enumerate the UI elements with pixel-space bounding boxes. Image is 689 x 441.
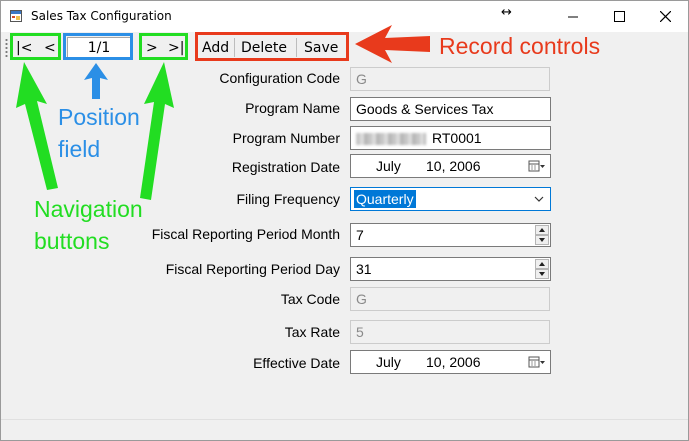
registration-date-day-year: 10, 2006	[426, 158, 481, 174]
registration-date-month: July	[376, 158, 401, 174]
position-field-caption-line2: field	[58, 136, 101, 162]
fiscal-period-month-spinner	[535, 225, 549, 245]
filing-frequency-selected: Quarterly	[354, 190, 416, 208]
program-number-input[interactable]: RT0001	[350, 126, 551, 150]
record-controls-caption: Record controls	[439, 33, 601, 59]
arrow-up-icon	[539, 228, 545, 232]
tax-rate-field: 5	[350, 320, 550, 344]
status-bar	[1, 419, 688, 440]
fiscal-period-month-stepper[interactable]: 7	[350, 223, 551, 247]
redacted-business-number	[356, 133, 426, 146]
minimize-button[interactable]	[550, 1, 596, 31]
effective-date-day-year: 10, 2006	[426, 354, 481, 370]
toolbar-grip[interactable]	[5, 38, 8, 58]
arrow-up-icon	[539, 262, 545, 266]
position-field-caption-line1: Position	[58, 104, 140, 130]
close-icon	[659, 10, 671, 22]
arrow-down-icon	[539, 272, 545, 276]
program-number-label: Program Number	[232, 130, 340, 146]
program-name-input[interactable]: Goods & Services Tax	[350, 97, 551, 121]
position-field-highlight	[63, 33, 133, 60]
maximize-icon	[613, 10, 625, 22]
spin-down-button[interactable]	[535, 235, 549, 245]
tax-rate-label: Tax Rate	[284, 324, 340, 340]
window-title: Sales Tax Configuration	[31, 9, 172, 23]
fiscal-period-month-label: Fiscal Reporting Period Month	[151, 226, 340, 242]
record-controls-highlight	[195, 32, 349, 61]
tax-code-field: G	[350, 287, 550, 311]
fiscal-period-day-spinner	[535, 259, 549, 279]
program-number-suffix: RT0001	[432, 130, 482, 146]
navigation-buttons-highlight-left	[10, 33, 61, 60]
tax-code-label: Tax Code	[280, 291, 340, 307]
spin-up-button[interactable]	[535, 225, 549, 235]
close-button[interactable]	[642, 1, 688, 31]
spin-up-button[interactable]	[535, 259, 549, 269]
registration-date-label: Registration Date	[231, 159, 340, 175]
filing-frequency-label: Filing Frequency	[236, 191, 341, 207]
effective-date-month: July	[376, 354, 401, 370]
filing-frequency-combo[interactable]: Quarterly	[350, 187, 551, 211]
title-bar: Sales Tax Configuration ↔	[1, 1, 688, 32]
spin-down-button[interactable]	[535, 269, 549, 279]
fiscal-period-day-value: 31	[356, 261, 372, 277]
configuration-code-label: Configuration Code	[219, 70, 340, 86]
effective-date-label: Effective Date	[253, 355, 340, 371]
minimize-icon	[567, 16, 578, 17]
chevron-down-icon[interactable]	[534, 195, 544, 203]
calendar-dropdown-icon[interactable]	[528, 159, 546, 173]
calendar-dropdown-icon[interactable]	[528, 355, 546, 369]
fiscal-period-day-label: Fiscal Reporting Period Day	[165, 261, 340, 277]
effective-date-picker[interactable]: July 10, 2006	[350, 350, 551, 374]
navigation-buttons-highlight-right	[139, 33, 188, 60]
fiscal-period-month-value: 7	[356, 227, 364, 243]
fiscal-period-day-stepper[interactable]: 31	[350, 257, 551, 281]
navigation-caption-line1: Navigation	[34, 196, 143, 222]
arrow-down-icon	[539, 238, 545, 242]
configuration-code-field: G	[350, 67, 550, 91]
resize-cursor-icon: ↔	[501, 5, 512, 20]
app-icon	[10, 10, 22, 22]
navigation-caption-line2: buttons	[34, 228, 110, 254]
program-name-label: Program Name	[245, 100, 340, 116]
maximize-button[interactable]	[596, 1, 642, 31]
registration-date-picker[interactable]: July 10, 2006	[350, 154, 551, 178]
